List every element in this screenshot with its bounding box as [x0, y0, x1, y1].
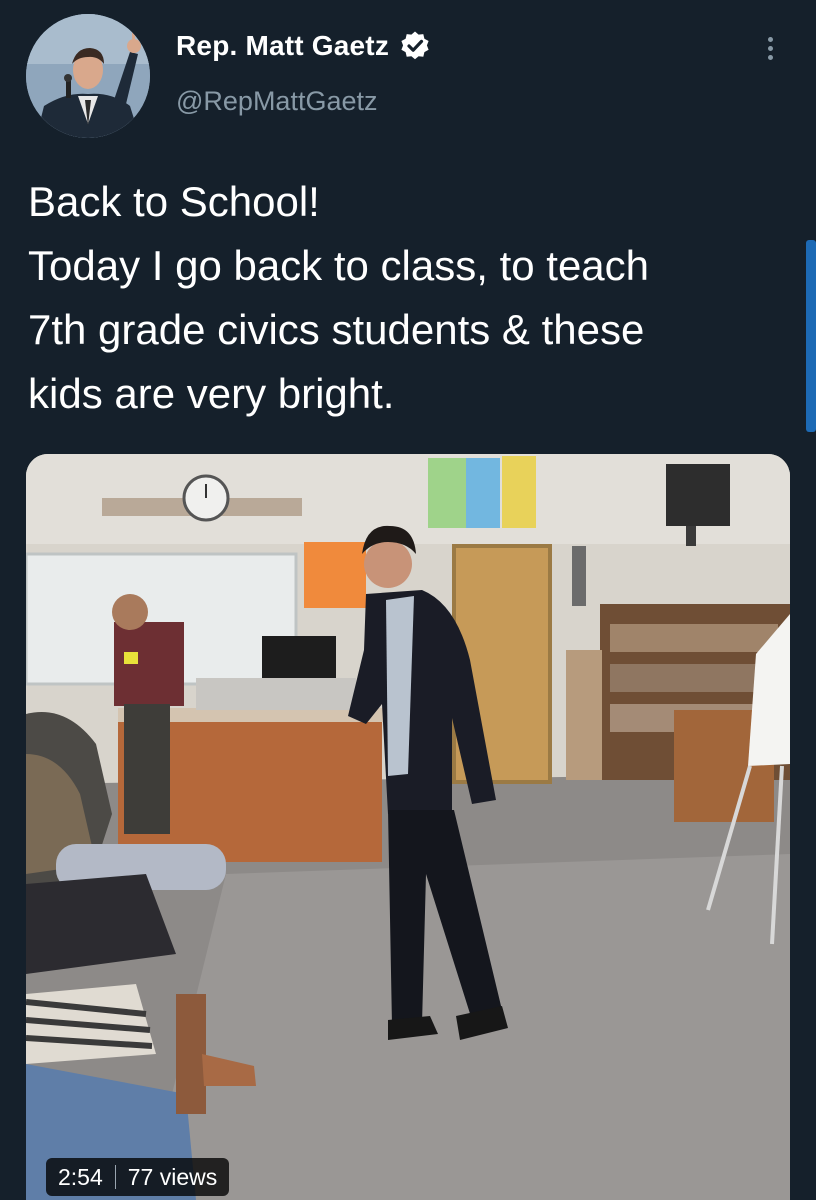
badge-divider [114, 1165, 116, 1189]
verified-badge-icon [399, 30, 431, 62]
tweet-text: Back to School! Today I go back to class… [28, 170, 788, 426]
video-frame [26, 454, 790, 1200]
more-vertical-icon[interactable] [760, 34, 780, 70]
video-info-badge: 2:54 77 views [46, 1158, 230, 1196]
video-duration: 2:54 [58, 1163, 103, 1190]
tweet-text-line: Today I go back to class, to teach [28, 242, 650, 289]
avatar[interactable] [26, 14, 150, 138]
tweet-text-line: 7th grade civics students & these [28, 306, 645, 353]
author-handle[interactable]: @RepMattGaetz [176, 86, 378, 117]
video-view-count: 77 views [127, 1163, 218, 1190]
tweet-text-line: kids are very bright. [28, 370, 395, 417]
author-display-name[interactable]: Rep. Matt Gaetz [176, 30, 389, 62]
video-player[interactable] [26, 454, 790, 1200]
tweet-text-line: Back to School! [28, 178, 320, 225]
tweet: Rep. Matt Gaetz @RepMattGaetz Back to Sc… [0, 0, 816, 1200]
author-name-row[interactable]: Rep. Matt Gaetz [176, 30, 431, 62]
scrollbar[interactable] [806, 240, 816, 432]
